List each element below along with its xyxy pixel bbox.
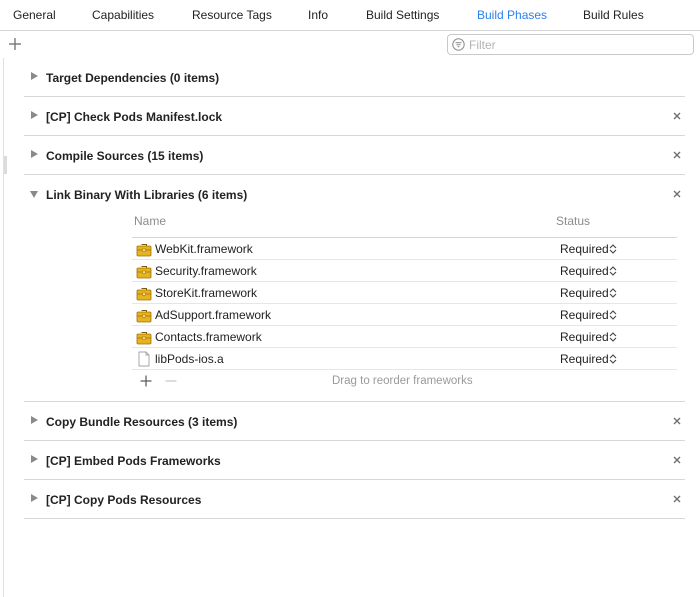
library-name: Contacts.framework (155, 330, 262, 344)
remove-phase-close-icon[interactable] (672, 189, 682, 199)
scroll-edge-marker (4, 156, 7, 174)
remove-phase-close-icon[interactable] (672, 111, 682, 121)
library-row[interactable]: WebKit.framework Required (132, 238, 677, 260)
library-name: Security.framework (155, 264, 257, 278)
framework-toolbox-icon (136, 332, 152, 345)
library-status[interactable]: Required (560, 242, 609, 256)
disclosure-triangle-icon[interactable] (31, 455, 38, 463)
libraries-table-header: Name Status (132, 211, 677, 238)
library-row[interactable]: Contacts.framework Required (132, 326, 677, 348)
phase-title: Compile Sources (15 items) (46, 149, 204, 163)
phase-title: Copy Bundle Resources (3 items) (46, 415, 238, 429)
tab-build-phases[interactable]: Build Phases (477, 8, 547, 22)
disclosure-triangle-icon[interactable] (31, 416, 38, 424)
tab-info[interactable]: Info (308, 8, 328, 22)
remove-phase-close-icon[interactable] (672, 494, 682, 504)
phase-title: [CP] Copy Pods Resources (46, 493, 202, 507)
library-name: AdSupport.framework (155, 308, 272, 322)
tab-capabilities[interactable]: Capabilities (92, 8, 154, 22)
phase-copy-bundle-resources[interactable]: Copy Bundle Resources (3 items) (24, 402, 685, 441)
library-row[interactable]: StoreKit.framework Required (132, 282, 677, 304)
column-header-name[interactable]: Name (134, 214, 166, 228)
library-row[interactable]: libPods-ios.a Required (132, 348, 677, 370)
phases-toolbar: Filter (0, 31, 700, 58)
tab-bar: General Capabilities Resource Tags Info … (0, 0, 700, 31)
build-phases-list: Target Dependencies (0 items) [CP] Check… (3, 58, 700, 597)
filter-placeholder: Filter (469, 38, 496, 52)
remove-phase-close-icon[interactable] (672, 416, 682, 426)
library-status[interactable]: Required (560, 286, 609, 300)
status-stepper-icon[interactable] (609, 287, 617, 299)
document-file-icon (138, 351, 150, 367)
library-status[interactable]: Required (560, 264, 609, 278)
phase-link-binary-with-libraries[interactable]: Link Binary With Libraries (6 items) Nam… (24, 175, 685, 402)
framework-toolbox-icon (136, 244, 152, 257)
disclosure-triangle-icon[interactable] (31, 494, 38, 502)
add-phase-plus-icon[interactable] (8, 37, 22, 51)
phase-check-pods-manifest[interactable]: [CP] Check Pods Manifest.lock (24, 97, 685, 136)
tab-build-rules[interactable]: Build Rules (583, 8, 644, 22)
framework-toolbox-icon (136, 266, 152, 279)
status-stepper-icon[interactable] (609, 331, 617, 343)
remove-phase-close-icon[interactable] (672, 455, 682, 465)
libraries-table: Name Status WebKit.framework Required Se… (132, 211, 677, 392)
remove-library-minus-icon[interactable] (165, 375, 177, 387)
filter-icon (452, 38, 465, 51)
libraries-footer: Drag to reorder frameworks (132, 370, 677, 392)
tab-resource-tags[interactable]: Resource Tags (192, 8, 272, 22)
column-header-status[interactable]: Status (556, 214, 590, 228)
library-name: libPods-ios.a (155, 352, 224, 366)
disclosure-triangle-icon[interactable] (30, 191, 38, 198)
library-status[interactable]: Required (560, 308, 609, 322)
phase-compile-sources[interactable]: Compile Sources (15 items) (24, 136, 685, 175)
status-stepper-icon[interactable] (609, 309, 617, 321)
add-library-plus-icon[interactable] (140, 375, 152, 387)
remove-phase-close-icon[interactable] (672, 150, 682, 160)
phase-title: [CP] Check Pods Manifest.lock (46, 110, 223, 124)
phase-title: Link Binary With Libraries (6 items) (46, 188, 248, 202)
disclosure-triangle-icon[interactable] (31, 72, 38, 80)
disclosure-triangle-icon[interactable] (31, 111, 38, 119)
library-status[interactable]: Required (560, 352, 609, 366)
tab-general[interactable]: General (13, 8, 56, 22)
status-stepper-icon[interactable] (609, 265, 617, 277)
reorder-hint: Drag to reorder frameworks (332, 375, 473, 387)
phase-title: Target Dependencies (0 items) (46, 71, 220, 85)
disclosure-triangle-icon[interactable] (31, 150, 38, 158)
phase-copy-pods-resources[interactable]: [CP] Copy Pods Resources (24, 480, 685, 519)
library-name: StoreKit.framework (155, 286, 258, 300)
phase-target-dependencies[interactable]: Target Dependencies (0 items) (24, 58, 685, 97)
status-stepper-icon[interactable] (609, 243, 617, 255)
framework-toolbox-icon (136, 288, 152, 301)
tab-build-settings[interactable]: Build Settings (366, 8, 439, 22)
phase-embed-pods-frameworks[interactable]: [CP] Embed Pods Frameworks (24, 441, 685, 480)
status-stepper-icon[interactable] (609, 353, 617, 365)
phase-title: [CP] Embed Pods Frameworks (46, 454, 221, 468)
framework-toolbox-icon (136, 310, 152, 323)
filter-field[interactable]: Filter (447, 34, 694, 55)
library-row[interactable]: Security.framework Required (132, 260, 677, 282)
library-name: WebKit.framework (155, 242, 253, 256)
library-row[interactable]: AdSupport.framework Required (132, 304, 677, 326)
library-status[interactable]: Required (560, 330, 609, 344)
